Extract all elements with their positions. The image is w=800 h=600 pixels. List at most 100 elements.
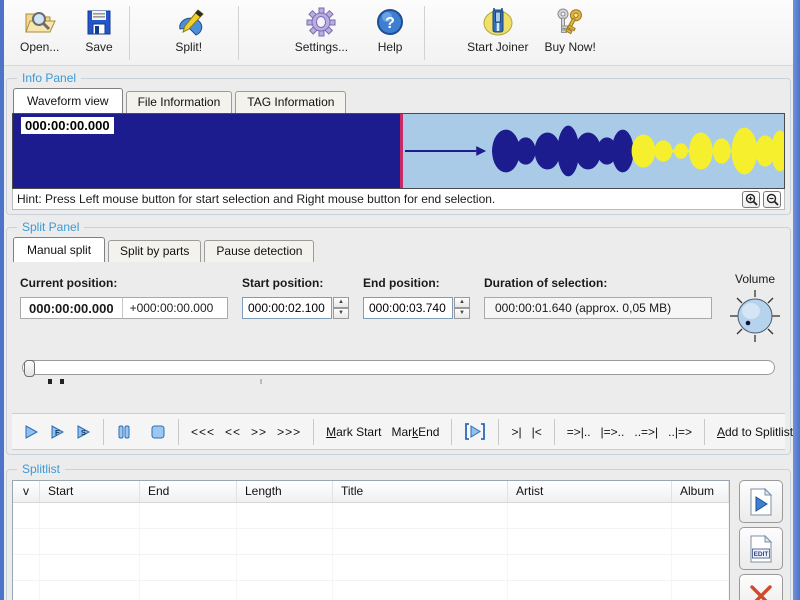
tab-tag-information[interactable]: TAG Information	[235, 91, 347, 113]
window-border-left	[0, 0, 4, 600]
hint-bar: Hint: Press Left mouse button for start …	[12, 189, 785, 210]
current-position-display: 000:00:00.000 +000:00:00.000	[20, 297, 228, 319]
play-icon	[25, 424, 39, 439]
buy-now-button[interactable]: Buy Now!	[538, 5, 601, 56]
column-header-check[interactable]: v	[13, 481, 40, 502]
column-header-end[interactable]: End	[140, 481, 237, 502]
tab-file-information[interactable]: File Information	[125, 91, 233, 113]
volume-label: Volume	[734, 272, 776, 286]
toolbar-separator	[128, 6, 130, 60]
add-to-splitlist-button[interactable]: Add to Splitlist	[712, 423, 793, 441]
split-panel-title: Split Panel	[17, 220, 85, 234]
info-panel-title: Info Panel	[17, 71, 82, 85]
column-header-artist[interactable]: Artist	[508, 481, 672, 502]
seek-back-button[interactable]: <<	[220, 423, 246, 441]
transport-bar: F S <<< << >> >>> M ark Start Mar k End …	[12, 413, 793, 450]
end-position-up-button[interactable]: ▲	[454, 297, 470, 308]
seek-forward-button[interactable]: >>	[246, 423, 272, 441]
mark-end-button[interactable]: Mar k End	[386, 423, 444, 441]
waveform-display[interactable]: 000:00:00.000	[12, 113, 785, 189]
zoom-in-button[interactable]	[742, 190, 760, 208]
pause-icon	[118, 425, 130, 438]
open-folder-icon	[23, 7, 57, 37]
go-to-start-button[interactable]: |<	[527, 423, 547, 441]
go-to-end-button[interactable]: >|	[506, 423, 526, 441]
save-icon	[86, 7, 112, 37]
transport-separator	[178, 418, 179, 445]
duration-value: 000:00:01.640 (approx. 0,05 MB)	[484, 297, 712, 319]
mark-end-post: End	[418, 424, 440, 439]
help-icon: ?	[376, 7, 404, 37]
save-button[interactable]: Save	[79, 5, 118, 56]
position-slider[interactable]	[22, 360, 775, 386]
start-position-down-button[interactable]: ▼	[333, 308, 349, 319]
start-position-spinner: ▲ ▼	[333, 297, 349, 319]
snap-start-to-cursor-button[interactable]: =>|..	[562, 423, 596, 441]
start-joiner-button[interactable]: Start Joiner	[461, 5, 534, 56]
snap-end-to-cursor-button[interactable]: ..=>|	[629, 423, 663, 441]
app-window: Open... Save Split! Settings... ? Help S…	[4, 0, 793, 600]
delete-icon	[750, 584, 772, 600]
play-button[interactable]	[18, 422, 44, 442]
tab-split-by-parts[interactable]: Split by parts	[108, 240, 202, 262]
column-header-start[interactable]: Start	[40, 481, 140, 502]
play-fast-icon: F	[51, 424, 65, 439]
edit-item-button[interactable]: EDIT	[739, 527, 783, 570]
split-panel-tabs: Manual split Split by parts Pause detect…	[13, 237, 785, 262]
mark-start-button[interactable]: Mark Start	[321, 423, 386, 441]
play-slow-button[interactable]: S	[70, 422, 96, 442]
info-panel: Info Panel Waveform view File Informatio…	[6, 71, 791, 215]
save-label: Save	[85, 40, 113, 54]
end-position-down-button[interactable]: ▼	[454, 308, 470, 319]
slider-start-mark	[48, 379, 52, 384]
stop-button[interactable]	[145, 422, 171, 442]
transport-separator	[498, 418, 500, 445]
info-panel-tabs: Waveform view File Information TAG Infor…	[13, 88, 785, 113]
zoom-out-button[interactable]	[763, 190, 781, 208]
play-selection-button[interactable]	[459, 421, 491, 442]
help-button[interactable]: ? Help	[370, 5, 410, 56]
tab-manual-split[interactable]: Manual split	[13, 237, 106, 262]
splitlist-title: Splitlist	[17, 462, 66, 476]
transport-separator	[313, 418, 315, 445]
play-item-button[interactable]	[739, 480, 783, 523]
splitlist-table[interactable]: v Start End Length Title Artist Album	[12, 480, 730, 600]
play-fast-button[interactable]: F	[44, 422, 70, 442]
delete-item-button[interactable]	[739, 574, 783, 600]
slider-mid-mark	[260, 379, 262, 384]
split-button[interactable]: Split!	[166, 5, 212, 56]
seek-forward-fast-button[interactable]: >>>	[272, 423, 306, 441]
current-position-offset: +000:00:00.000	[129, 301, 214, 315]
snap-start-forward-button[interactable]: |=>..	[596, 423, 630, 441]
split-label: Split!	[175, 40, 203, 54]
start-position-up-button[interactable]: ▲	[333, 297, 349, 308]
start-joiner-label: Start Joiner	[467, 40, 529, 54]
mark-start-accel: M	[326, 424, 337, 439]
tab-waveform-view[interactable]: Waveform view	[13, 88, 123, 113]
transport-separator	[553, 418, 555, 445]
column-header-album[interactable]: Album	[672, 481, 729, 502]
snap-end-forward-button[interactable]: ..|=>	[663, 423, 697, 441]
settings-button[interactable]: Settings...	[289, 5, 354, 56]
stop-icon	[151, 425, 165, 438]
start-position-input[interactable]	[242, 297, 332, 319]
end-position-spinner: ▲ ▼	[454, 297, 470, 319]
pause-button[interactable]	[111, 422, 137, 442]
play-item-icon	[750, 487, 773, 515]
tab-pause-detection[interactable]: Pause detection	[204, 240, 315, 262]
column-header-title[interactable]: Title	[333, 481, 508, 502]
transport-separator	[451, 418, 453, 445]
column-header-length[interactable]: Length	[237, 481, 333, 502]
slider-end-mark	[60, 379, 64, 384]
end-position-input[interactable]	[363, 297, 453, 319]
current-position-group: Current position: 000:00:00.000 +000:00:…	[20, 276, 228, 319]
slider-thumb[interactable]	[24, 360, 35, 377]
seek-back-fast-button[interactable]: <<<	[186, 423, 220, 441]
slider-track[interactable]	[22, 360, 775, 375]
volume-knob[interactable]	[726, 288, 784, 344]
play-slow-icon: S	[77, 424, 91, 439]
table-row	[13, 581, 729, 600]
waveform-wave-area[interactable]	[403, 114, 784, 188]
open-button[interactable]: Open...	[14, 5, 65, 56]
mark-start-post: ark Start	[336, 424, 382, 439]
